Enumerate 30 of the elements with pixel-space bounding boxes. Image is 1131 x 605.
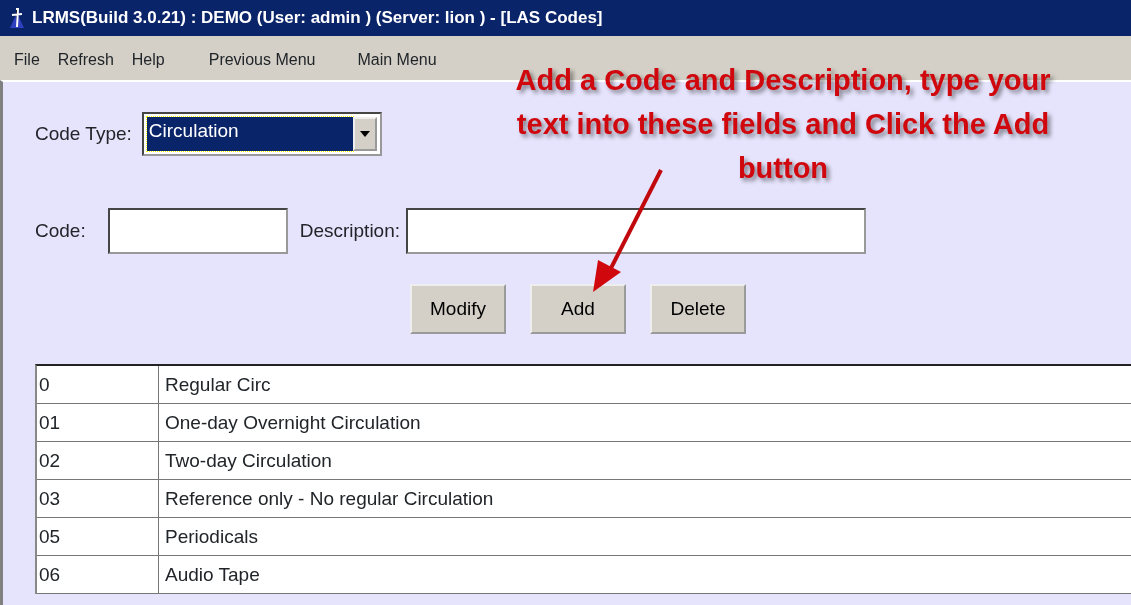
- table-cell: 06: [37, 556, 159, 593]
- annotation-text: Add a Code and Description, type your text into these fields and Click the Add button: [514, 63, 1052, 186]
- app-icon: [8, 7, 26, 29]
- table-cell: 0: [37, 366, 159, 403]
- action-button[interactable]: Modify: [410, 284, 506, 334]
- menu-item[interactable]: Main Menu: [357, 48, 437, 72]
- input-field[interactable]: [107, 208, 288, 254]
- window-title: LRMS(Build 3.0.21) : DEMO (User: admin ) (Server: lion ) - [LAS Codes]: [32, 7, 603, 30]
- input-field[interactable]: [406, 208, 867, 254]
- field-label: Code:: [35, 218, 86, 243]
- table-cell: 03: [37, 480, 159, 517]
- table-cell: 01: [37, 404, 159, 441]
- dropdown-arrow-icon[interactable]: [359, 131, 370, 137]
- action-button[interactable]: Delete: [650, 284, 746, 334]
- table-cell: 02: [37, 442, 159, 479]
- menu-item[interactable]: Help: [131, 48, 165, 72]
- menu-item[interactable]: Refresh: [57, 48, 114, 72]
- table-cell-text: One-day Overnight Circulation: [164, 411, 422, 435]
- table-cell-text: Two-day Circulation: [164, 449, 333, 473]
- menu-item[interactable]: File: [14, 48, 40, 72]
- dropdown[interactable]: Circulation: [141, 112, 382, 156]
- menu-item[interactable]: Previous Menu: [208, 48, 316, 72]
- table-cell-text: Reference only - No regular Circulation: [164, 487, 495, 511]
- table-cell-text: Audio Tape: [164, 563, 261, 587]
- action-button[interactable]: Add: [530, 284, 626, 334]
- table-cell: 05: [37, 518, 159, 555]
- table-cell-text: Regular Circ: [164, 373, 272, 397]
- table-cell-text: Periodicals: [164, 525, 259, 549]
- field-label: Code Type:: [35, 121, 132, 146]
- field-label: Description:: [299, 218, 401, 243]
